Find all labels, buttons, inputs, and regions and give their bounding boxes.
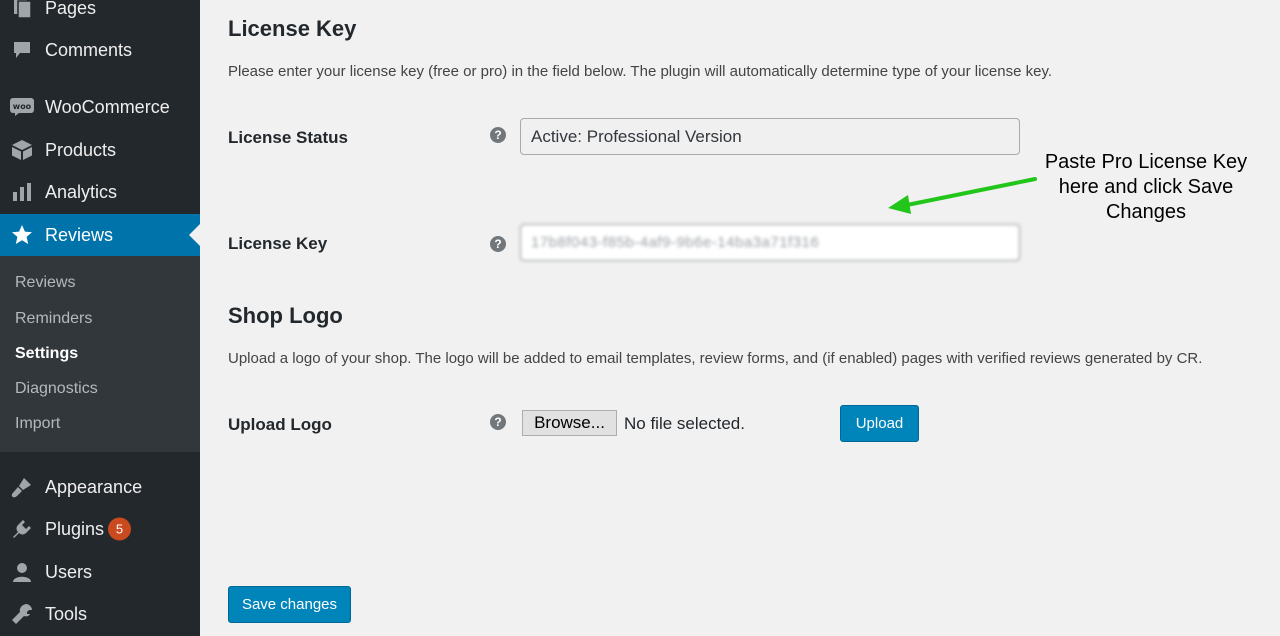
submenu-item-diagnostics[interactable]: Diagnostics [15,380,98,398]
menu-item-analytics[interactable]: Analytics [0,172,200,212]
license-status-label: License Status [228,128,348,147]
menu-label: Analytics [45,181,118,202]
menu-item-comments[interactable]: Comments [0,30,200,70]
menu-item-reviews[interactable]: Reviews [0,214,200,256]
menu-label: Appearance [45,476,143,497]
plugins-update-badge: 5 [108,517,131,541]
submenu-item-reviews[interactable]: Reviews [15,274,75,292]
license-status-field [520,118,1020,155]
menu-item-plugins[interactable]: Plugins 5 [0,509,200,549]
menu-label: Tools [45,603,88,624]
menu-label: Comments [45,39,133,60]
tools-icon [10,602,34,626]
analytics-icon [10,180,34,204]
submenu-item-settings[interactable]: Settings [15,345,78,363]
annotation-text: Paste Pro License Key here and click Sav… [1044,151,1248,223]
menu-item-appearance[interactable]: Appearance [0,467,200,507]
star-icon [10,223,34,247]
comments-icon [10,38,34,62]
settings-main: License Key Please enter your license ke… [200,0,1280,636]
products-icon [10,138,34,162]
license-description: Please enter your license key (free or p… [228,63,1053,80]
menu-label: Products [45,139,117,160]
license-key-label: License Key [228,234,328,253]
admin-sidebar: Pages Comments woo WooCommerce Products … [0,0,200,636]
license-key-input[interactable] [520,224,1020,261]
reviews-submenu: Reviews Reminders Settings Diagnostics I… [0,256,200,452]
plugins-icon [10,517,34,541]
license-key-heading: License Key [228,16,357,41]
annotation-arrow-icon [888,177,1037,214]
menu-item-pages[interactable]: Pages [0,0,200,28]
shop-logo-description: Upload a logo of your shop. The logo wil… [228,350,1203,367]
menu-label: Pages [45,0,97,18]
no-file-text: No file selected. [624,414,745,433]
menu-item-woocommerce[interactable]: woo WooCommerce [0,87,200,127]
appearance-icon [10,475,34,499]
submenu-item-import[interactable]: Import [15,415,60,433]
menu-label: Users [45,561,93,582]
help-icon[interactable]: ? [490,414,506,430]
menu-item-products[interactable]: Products [0,130,200,170]
menu-label: Reviews [45,224,114,245]
browse-button[interactable]: Browse... [522,410,617,436]
help-icon[interactable]: ? [490,236,506,252]
save-changes-button[interactable]: Save changes [228,586,351,623]
menu-label: WooCommerce [45,96,170,117]
submenu-item-reminders[interactable]: Reminders [15,310,92,328]
woocommerce-icon: woo [10,95,34,119]
upload-logo-label: Upload Logo [228,415,332,434]
help-icon[interactable]: ? [490,127,506,143]
upload-button[interactable]: Upload [840,405,919,442]
menu-item-tools[interactable]: Tools [0,594,200,634]
pages-icon [10,0,34,20]
svg-text:woo: woo [13,102,32,111]
menu-label: Plugins [45,518,105,539]
shop-logo-heading: Shop Logo [228,303,343,328]
menu-item-users[interactable]: Users [0,552,200,592]
users-icon [10,560,34,584]
